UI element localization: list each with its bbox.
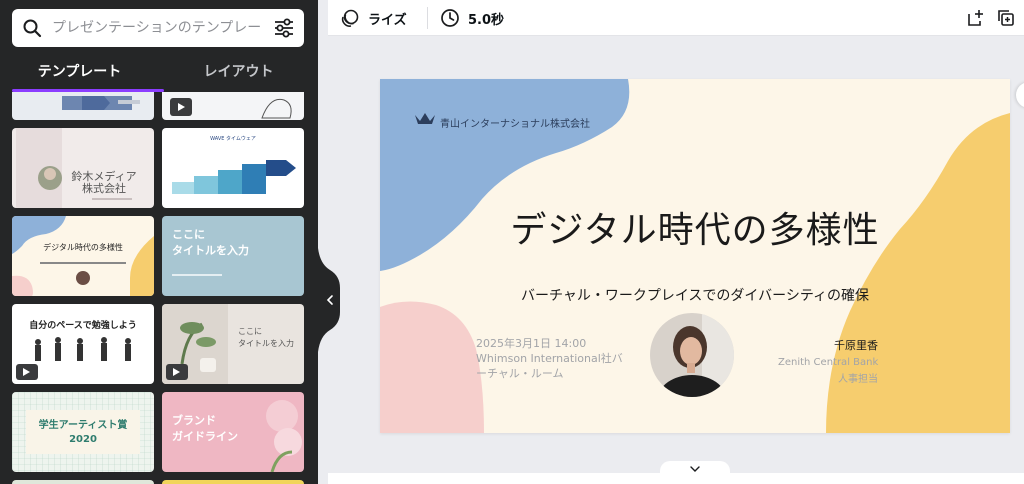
- template-thumbnail[interactable]: 学生アーティスト賞 2020: [12, 392, 154, 472]
- duration-label: 5.0秒: [468, 12, 505, 28]
- search-input[interactable]: [52, 20, 264, 36]
- slide-canvas[interactable]: 青山インターナショナル株式会社 デジタル時代の多様性 バーチャル・ワークプレイス…: [380, 79, 1010, 433]
- animation-icon: [341, 9, 359, 27]
- panel-tabs: テンプレート レイアウト: [0, 54, 318, 92]
- add-page-button[interactable]: [966, 0, 986, 36]
- template-thumbnail[interactable]: [162, 92, 304, 120]
- thumb-text: ここに: [238, 327, 262, 336]
- thumb-text: デジタル時代の多様性: [43, 242, 123, 252]
- show-pages-button[interactable]: [660, 461, 730, 477]
- presenter-photo: [650, 313, 734, 397]
- template-thumbnail[interactable]: ブランド ガイドライン: [162, 392, 304, 472]
- right-panel-handle[interactable]: [1016, 82, 1024, 108]
- thumb-text: ブランド: [172, 413, 216, 427]
- thumb-text: 株式会社: [82, 181, 126, 195]
- top-toolbar: ライズ 5.0秒: [328, 0, 1024, 36]
- duplicate-icon: [998, 10, 1014, 26]
- duration-button[interactable]: 5.0秒: [440, 0, 504, 36]
- presenter-name: 千原里香: [834, 339, 878, 352]
- thumb-text: 学生アーティスト賞: [39, 418, 128, 431]
- slide-title: デジタル時代の多様性: [510, 210, 880, 251]
- search-icon: [12, 9, 52, 47]
- thumb-text: 2020: [69, 434, 97, 445]
- search-box[interactable]: [12, 9, 304, 47]
- clock-icon: [441, 9, 459, 27]
- template-thumbnail[interactable]: 鈴木メディア 株式会社: [12, 128, 154, 208]
- filter-icon[interactable]: [264, 9, 304, 47]
- tab-templates[interactable]: テンプレート: [0, 54, 159, 92]
- template-thumbnail[interactable]: ここに タイトルを入力: [162, 216, 304, 296]
- template-thumbnail[interactable]: 自分のペースで勉強しよう: [12, 304, 154, 384]
- tab-layouts[interactable]: レイアウト: [159, 54, 318, 92]
- presenter-role: 人事担当: [838, 374, 878, 385]
- toolbar-divider: [427, 7, 428, 29]
- animation-label: ライズ: [368, 12, 407, 28]
- animation-button[interactable]: ライズ: [340, 0, 407, 36]
- thumb-text: 自分のペースで勉強しよう: [29, 319, 137, 331]
- template-thumbnail[interactable]: [162, 480, 304, 484]
- add-page-icon: [968, 10, 983, 26]
- template-panel: テンプレート レイアウト 鈴木メディア 株式会社: [0, 0, 318, 484]
- duplicate-page-button[interactable]: [996, 0, 1016, 36]
- slide-subtitle: バーチャル・ワークプレイスでのダイバーシティの確保: [520, 288, 870, 304]
- chevron-down-icon: [690, 466, 700, 472]
- company-name: 青山インターナショナル株式会社: [440, 119, 590, 130]
- presenter-company: Zenith Central Bank: [778, 357, 879, 368]
- thumb-text: タイトルを入力: [238, 338, 294, 348]
- template-thumbnail[interactable]: WAVE タイムウェア: [162, 128, 304, 208]
- template-thumbnail[interactable]: [12, 92, 154, 120]
- collapse-panel-handle[interactable]: [318, 248, 342, 352]
- template-thumbnail[interactable]: ここに タイトルを入力: [162, 304, 304, 384]
- thumb-text: タイトルを入力: [172, 243, 249, 257]
- thumb-text: WAVE タイムウェア: [210, 135, 256, 142]
- company-logo-icon: [415, 113, 435, 124]
- thumb-text: ここに: [172, 228, 205, 241]
- thumb-text: 鈴木メディア: [71, 169, 136, 183]
- template-thumbnail[interactable]: [12, 480, 154, 484]
- thumb-text: ガイドライン: [172, 429, 238, 443]
- event-datetime-location: 2025年3月1日 14:00 Whimson International社バー…: [476, 337, 623, 380]
- template-thumbnail[interactable]: デジタル時代の多様性: [12, 216, 154, 296]
